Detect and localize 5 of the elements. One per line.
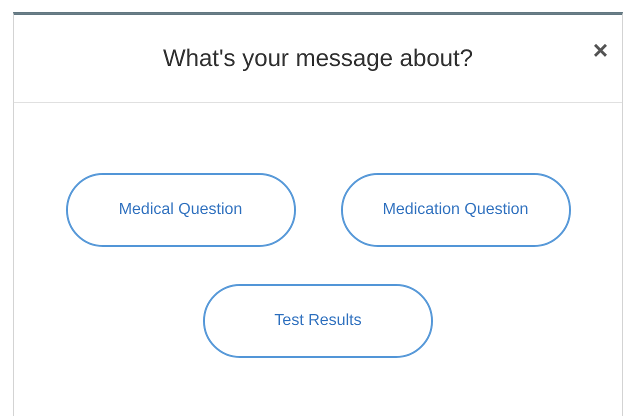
- option-button[interactable]: Medical Question: [66, 173, 296, 247]
- dialog-title: What's your message about?: [162, 44, 474, 74]
- close-button[interactable]: ×: [592, 37, 608, 63]
- option-button[interactable]: Medication Question: [340, 173, 570, 247]
- option-button[interactable]: Test Results: [203, 284, 433, 358]
